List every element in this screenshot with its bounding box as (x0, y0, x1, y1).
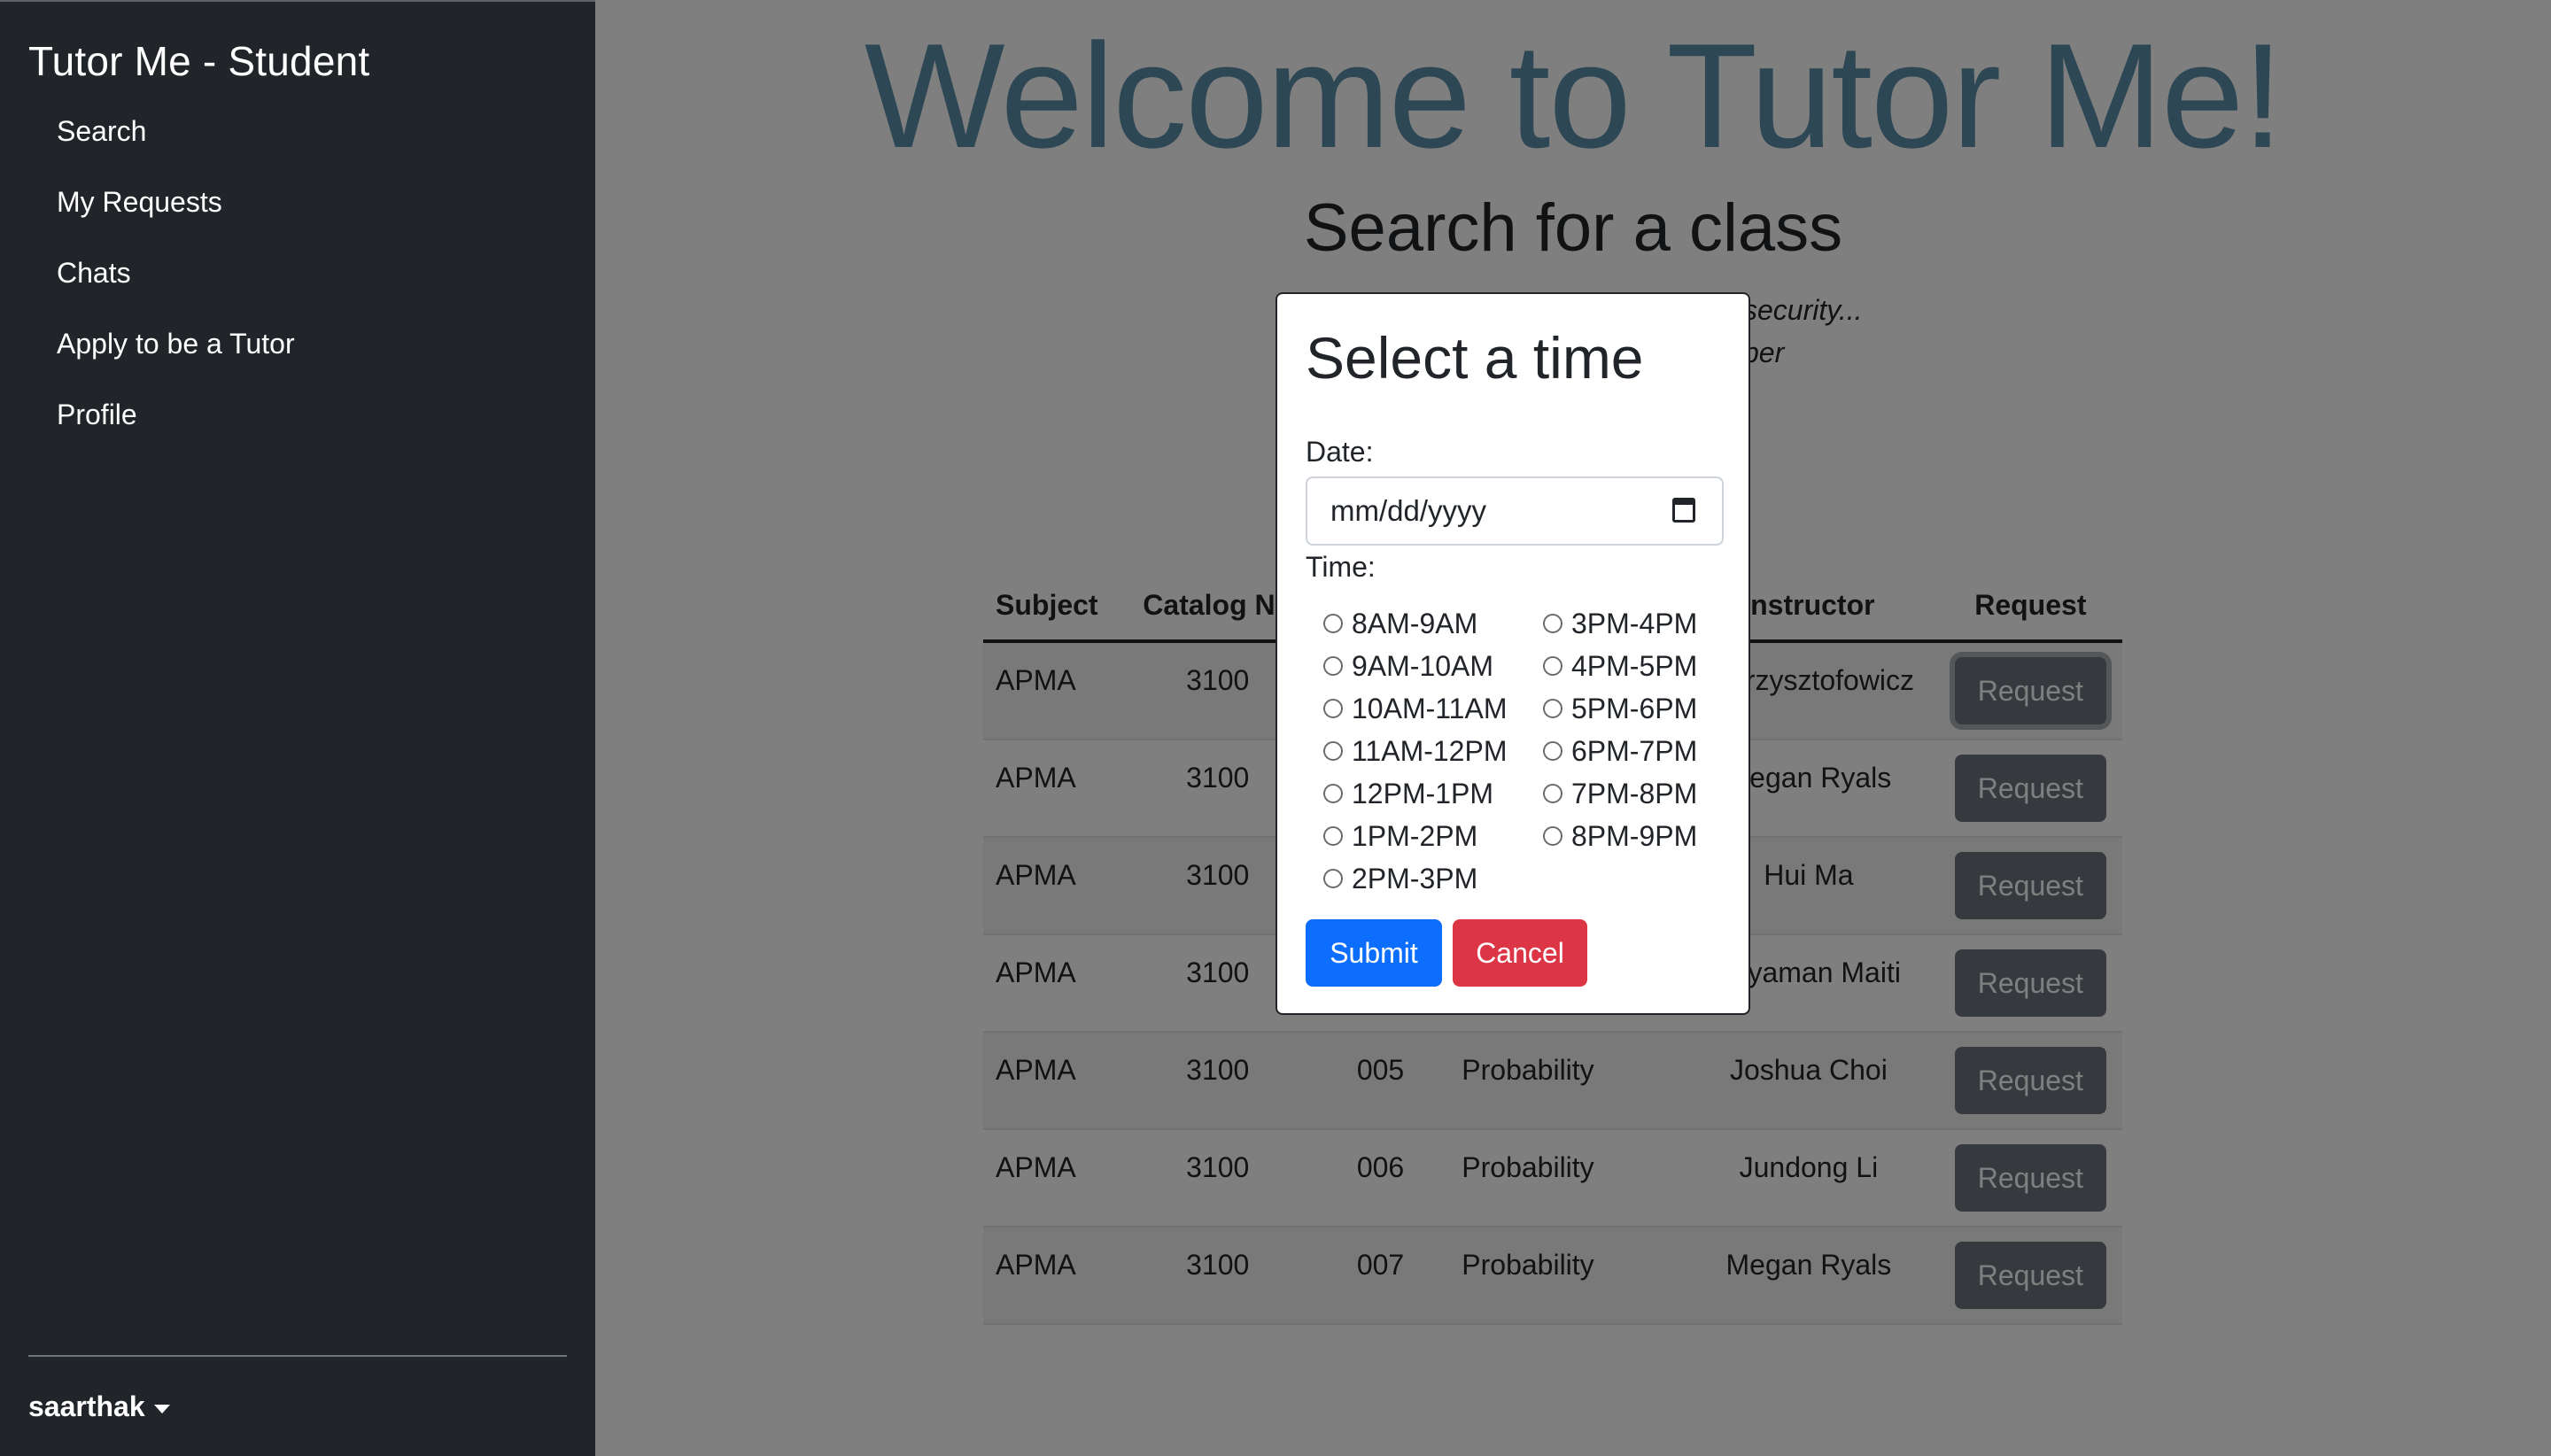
time-slot-option[interactable]: 2PM-3PM (1323, 861, 1507, 903)
time-slot-label: 6PM-7PM (1571, 735, 1698, 767)
sidebar-item-apply-tutor[interactable]: Apply to be a Tutor (57, 321, 295, 391)
radio-button[interactable] (1323, 825, 1343, 846)
app-brand[interactable]: Tutor Me - Student (28, 37, 369, 85)
radio-button[interactable] (1543, 613, 1562, 633)
time-slot-label: 8AM-9AM (1352, 608, 1478, 639)
time-slots-right: 3PM-4PM 4PM-5PM 5PM-6PM 6PM-7PM 7PM-8PM … (1543, 606, 1697, 861)
time-slot-label: 4PM-5PM (1571, 650, 1698, 682)
sidebar-nav: Search My Requests Chats Apply to be a T… (57, 108, 295, 462)
time-slot-option[interactable]: 3PM-4PM (1543, 606, 1697, 648)
time-slot-option[interactable]: 1PM-2PM (1323, 818, 1507, 861)
radio-button[interactable] (1323, 783, 1343, 803)
radio-button[interactable] (1323, 655, 1343, 676)
time-slot-label: 9AM-10AM (1352, 650, 1494, 682)
time-slot-label: 12PM-1PM (1352, 778, 1494, 809)
time-slot-label: 2PM-3PM (1352, 863, 1478, 895)
date-input[interactable]: mm/dd/yyyy (1306, 476, 1724, 546)
date-label: Date: (1306, 436, 1374, 468)
user-name: saarthak (28, 1390, 145, 1422)
time-slot-option[interactable]: 6PM-7PM (1543, 733, 1697, 776)
time-slot-label: 3PM-4PM (1571, 608, 1698, 639)
time-slot-label: 1PM-2PM (1352, 820, 1478, 852)
sidebar-item-search[interactable]: Search (57, 108, 295, 179)
cancel-button[interactable]: Cancel (1453, 919, 1587, 987)
time-slot-option[interactable]: 11AM-12PM (1323, 733, 1507, 776)
modal-title: Select a time (1306, 325, 1644, 391)
radio-button[interactable] (1543, 825, 1562, 846)
calendar-icon[interactable] (1672, 498, 1695, 523)
sidebar-divider (28, 1355, 567, 1357)
select-time-modal: Select a time Date: mm/dd/yyyy Time: 8AM… (1276, 292, 1750, 1015)
sidebar: Tutor Me - Student Search My Requests Ch… (0, 0, 595, 1456)
radio-button[interactable] (1543, 740, 1562, 761)
time-slot-option[interactable]: 5PM-6PM (1543, 691, 1697, 733)
caret-down-icon (153, 1404, 170, 1413)
time-slot-label: 8PM-9PM (1571, 820, 1698, 852)
time-slot-option[interactable]: 8AM-9AM (1323, 606, 1507, 648)
sidebar-item-chats[interactable]: Chats (57, 250, 295, 321)
sidebar-item-profile[interactable]: Profile (57, 391, 295, 462)
radio-button[interactable] (1323, 740, 1343, 761)
radio-button[interactable] (1323, 868, 1343, 888)
user-menu-dropdown[interactable]: saarthak (28, 1390, 170, 1423)
time-slot-label: 10AM-11AM (1352, 693, 1508, 724)
radio-button[interactable] (1543, 783, 1562, 803)
radio-button[interactable] (1323, 698, 1343, 718)
time-slot-option[interactable]: 10AM-11AM (1323, 691, 1507, 733)
time-slot-option[interactable]: 8PM-9PM (1543, 818, 1697, 861)
time-slot-option[interactable]: 9AM-10AM (1323, 648, 1507, 691)
submit-button[interactable]: Submit (1306, 919, 1442, 987)
time-slot-option[interactable]: 12PM-1PM (1323, 776, 1507, 818)
time-slot-label: 11AM-12PM (1352, 735, 1508, 767)
time-slots-left: 8AM-9AM 9AM-10AM 10AM-11AM 11AM-12PM 12P… (1323, 606, 1507, 903)
time-slot-option[interactable]: 7PM-8PM (1543, 776, 1697, 818)
radio-button[interactable] (1323, 613, 1343, 633)
radio-button[interactable] (1543, 698, 1562, 718)
sidebar-item-my-requests[interactable]: My Requests (57, 179, 295, 250)
time-label: Time: (1306, 551, 1376, 583)
time-slot-label: 7PM-8PM (1571, 778, 1698, 809)
date-placeholder: mm/dd/yyyy (1330, 494, 1487, 527)
radio-button[interactable] (1543, 655, 1562, 676)
time-slot-option[interactable]: 4PM-5PM (1543, 648, 1697, 691)
time-slot-label: 5PM-6PM (1571, 693, 1698, 724)
